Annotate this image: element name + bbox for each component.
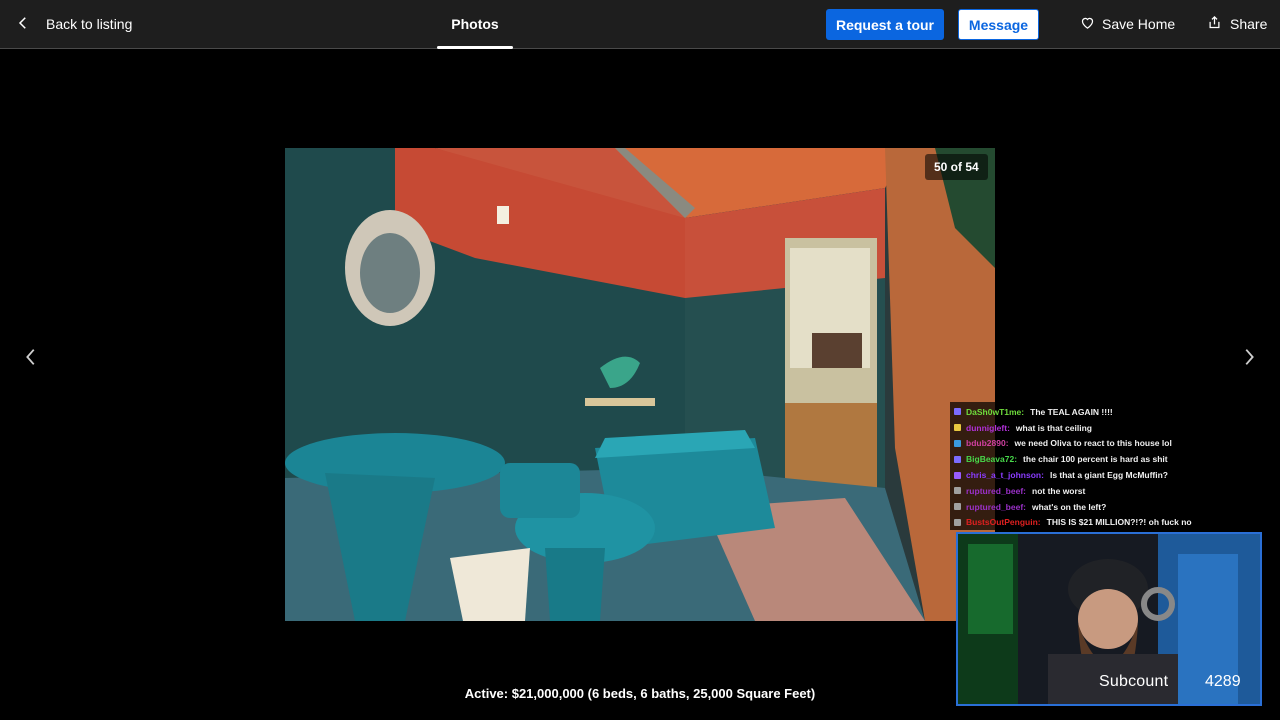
chat-text: Is that a giant Egg McMuffin? (1049, 470, 1169, 481)
chat-badge-icon (954, 408, 961, 416)
listing-summary: Active: $21,000,000 (6 beds, 6 baths, 25… (464, 686, 816, 701)
chat-username: ruptured_beef (966, 501, 1024, 512)
save-home-label: Save Home (1102, 16, 1176, 32)
chat-username: bdub2890 (966, 438, 1006, 449)
chat-message: dunnigleft: what is that ceiling (954, 420, 1262, 436)
message-button[interactable]: Message (958, 9, 1039, 40)
listing-photo[interactable] (285, 148, 995, 621)
top-bar: Back to listing Photos Request a tour Me… (0, 0, 1280, 49)
chat-username: BigBeava72 (966, 454, 1015, 465)
share-icon (1207, 15, 1222, 33)
chat-username: ruptured_beef (966, 485, 1024, 496)
back-to-listing-link[interactable]: Back to listing (14, 0, 132, 48)
chat-badge-icon (954, 455, 961, 463)
chevron-left-icon (20, 346, 42, 373)
chat-username: chris_a_t_johnson (966, 470, 1042, 481)
chat-badge-icon (954, 439, 961, 447)
chat-badge-icon (954, 424, 961, 432)
chat-message: chris_a_t_johnson: Is that a giant Egg Mc… (954, 467, 1262, 483)
chat-badge-icon (954, 471, 961, 479)
heart-icon (1080, 15, 1095, 33)
chat-text: we need Oliva to react to this house lol (1014, 438, 1172, 449)
stream-chat: DaSh0wT1me: The TEAL AGAIN !!!! dunnigleft… (950, 402, 1262, 530)
photo-counter: 50 of 54 (925, 154, 988, 180)
tab-photos[interactable]: Photos (437, 0, 513, 49)
chat-message: BustsOutPenguin: THIS IS $21 MILLION?!?! … (954, 515, 1262, 531)
chat-message: ruptured_beef: what's on the left? (954, 499, 1262, 515)
chat-text: what is that ceiling (1015, 422, 1092, 433)
previous-photo-button[interactable] (18, 346, 44, 372)
chat-badge-icon (954, 518, 961, 526)
chevron-left-icon (14, 14, 32, 35)
chat-message: bdub2890: we need Oliva to react to this … (954, 436, 1262, 452)
chat-username: DaSh0wT1me (966, 406, 1022, 417)
share-button[interactable]: Share (1207, 0, 1267, 48)
chat-text: what's on the left? (1032, 501, 1107, 512)
chat-message: BigBeava72: the chair 100 percent is hard… (954, 451, 1262, 467)
chat-username: BustsOutPenguin (966, 517, 1038, 528)
chevron-right-icon (1238, 346, 1260, 373)
chat-message: ruptured_beef: not the worst (954, 483, 1262, 499)
share-label: Share (1230, 16, 1268, 32)
chat-badge-icon (954, 487, 961, 495)
chat-badge-icon (954, 503, 961, 511)
chat-text: not the worst (1032, 485, 1086, 496)
chat-message: DaSh0wT1me: The TEAL AGAIN !!!! (954, 404, 1262, 420)
chat-text: the chair 100 percent is hard as shit (1023, 454, 1168, 465)
chat-text: The TEAL AGAIN !!!! (1030, 406, 1113, 417)
chat-text: THIS IS $21 MILLION?!?! oh fuck no (1046, 517, 1192, 528)
save-home-button[interactable]: Save Home (1080, 0, 1175, 48)
chat-username: dunnigleft (966, 422, 1008, 433)
back-to-listing-label: Back to listing (46, 16, 133, 32)
request-tour-button[interactable]: Request a tour (826, 9, 944, 40)
next-photo-button[interactable] (1236, 346, 1262, 372)
